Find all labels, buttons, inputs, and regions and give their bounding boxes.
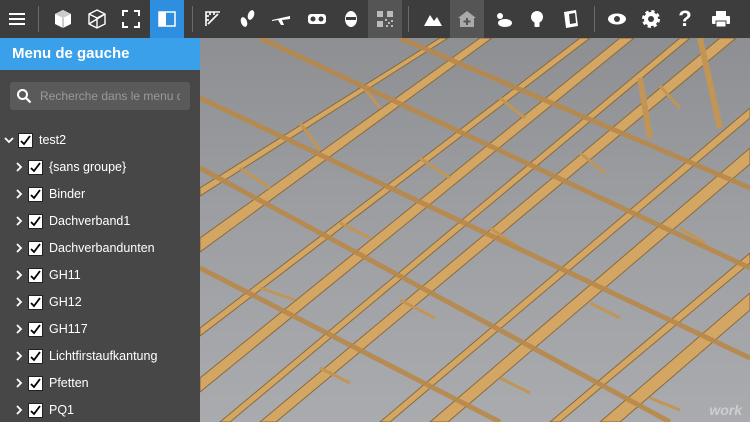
person-icon[interactable] (334, 0, 368, 38)
search-box (10, 82, 190, 110)
tree-item[interactable]: GH12 (14, 292, 82, 312)
tree-item[interactable]: Dachverband1 (14, 211, 130, 231)
cube-solid-icon[interactable] (46, 0, 80, 38)
panel-title: Menu de gauche (0, 38, 200, 70)
qr-code-icon[interactable] (368, 0, 402, 38)
measure-icon[interactable] (196, 0, 230, 38)
section-icon[interactable] (554, 0, 588, 38)
tree-item-label: Dachverband1 (49, 214, 131, 228)
chevron-right-icon[interactable] (14, 404, 24, 416)
chevron-right-icon[interactable] (14, 377, 24, 389)
terrain-icon[interactable] (416, 0, 450, 38)
tree-item[interactable]: Pfetten (14, 373, 89, 393)
help-icon[interactable]: ? (668, 0, 702, 38)
tree-item[interactable]: Lichtfirstaufkantung (14, 346, 157, 366)
checkbox[interactable] (28, 240, 43, 256)
chevron-right-icon[interactable] (14, 296, 24, 308)
chevron-right-icon[interactable] (14, 188, 24, 200)
fly-icon[interactable] (264, 0, 298, 38)
fullscreen-icon[interactable] (114, 0, 148, 38)
timber-structure-render (200, 38, 750, 422)
search-icon (17, 89, 32, 104)
checkbox[interactable] (28, 213, 43, 229)
tree-root[interactable]: test2 (4, 130, 66, 150)
3d-viewport[interactable]: work (200, 38, 750, 422)
tree-item-label: GH11 (49, 268, 81, 282)
menu-icon[interactable] (0, 0, 34, 38)
tree-item-label: Dachverbandunten (49, 241, 155, 255)
checkbox[interactable] (18, 132, 33, 148)
checkbox[interactable] (28, 348, 43, 364)
cube-wireframe-icon[interactable] (80, 0, 114, 38)
watermark: work (709, 402, 742, 418)
print-icon[interactable] (704, 0, 738, 38)
tree-root-label: test2 (39, 133, 67, 147)
chevron-right-icon[interactable] (14, 161, 24, 173)
checkbox[interactable] (28, 321, 43, 337)
tree-item[interactable]: Dachverbandunten (14, 238, 155, 258)
tree-item-label: Pfetten (49, 376, 89, 390)
chevron-down-icon[interactable] (4, 134, 14, 146)
tree-item-label: Lichtfirstaufkantung (49, 349, 158, 363)
chevron-right-icon[interactable] (14, 350, 24, 362)
checkbox[interactable] (28, 267, 43, 283)
tree-item-label: {sans groupe} (49, 160, 127, 174)
tree-item[interactable]: GH117 (14, 319, 88, 339)
toolbar: ? (0, 0, 750, 38)
vr-icon[interactable] (300, 0, 334, 38)
gear-icon[interactable] (634, 0, 668, 38)
checkbox[interactable] (28, 159, 43, 175)
help-label: ? (678, 6, 692, 31)
panel-toggle-icon[interactable] (150, 0, 184, 38)
tree-item[interactable]: PQ1 (14, 400, 74, 420)
left-panel: Menu de gauche test2 {sans groupe} Binde… (0, 38, 200, 422)
chevron-right-icon[interactable] (14, 269, 24, 281)
eye-icon[interactable] (600, 0, 634, 38)
tree-item[interactable]: Binder (14, 184, 85, 204)
tree-item[interactable]: GH11 (14, 265, 81, 285)
tree-item[interactable]: {sans groupe} (14, 157, 126, 177)
light-bulb-icon[interactable] (520, 0, 554, 38)
chevron-right-icon[interactable] (14, 215, 24, 227)
tree-item-label: GH117 (49, 322, 88, 336)
chevron-right-icon[interactable] (14, 323, 24, 335)
search-input[interactable] (40, 89, 180, 103)
chevron-right-icon[interactable] (14, 242, 24, 254)
checkbox[interactable] (28, 375, 43, 391)
checkbox[interactable] (28, 294, 43, 310)
walk-icon[interactable] (230, 0, 264, 38)
tree-item-label: PQ1 (49, 403, 75, 417)
tree-item-label: GH12 (49, 295, 82, 309)
add-view-icon[interactable] (450, 0, 484, 38)
checkbox[interactable] (28, 402, 43, 418)
tree-item-label: Binder (49, 187, 86, 201)
checkbox[interactable] (28, 186, 43, 202)
weather-icon[interactable] (486, 0, 520, 38)
